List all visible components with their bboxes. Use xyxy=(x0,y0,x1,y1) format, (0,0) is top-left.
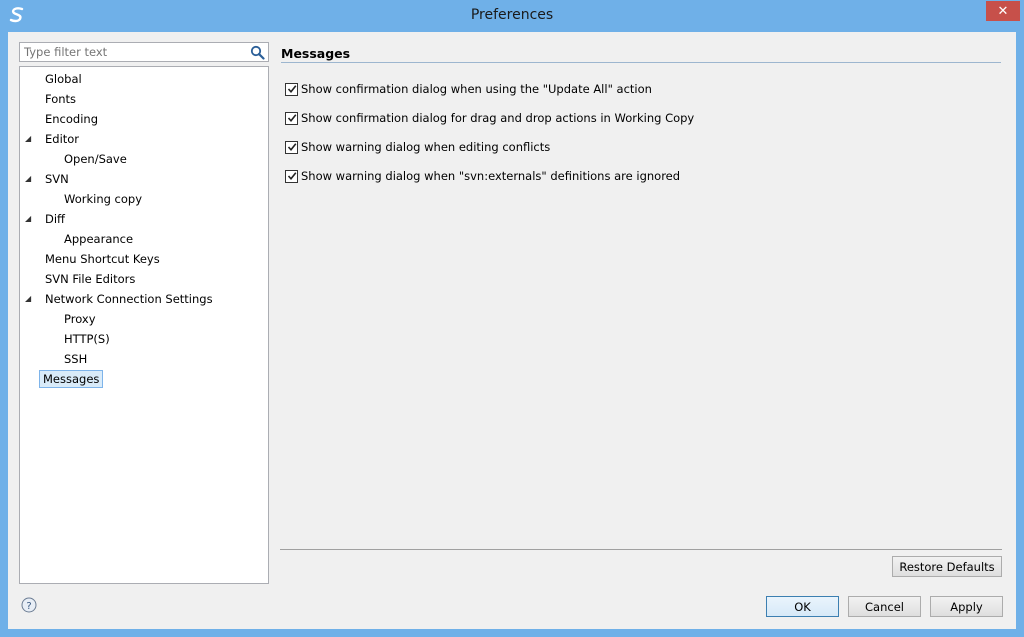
tree-item-diff[interactable]: Diff xyxy=(45,210,65,228)
message-option[interactable]: Show confirmation dialog for drag and dr… xyxy=(285,110,694,126)
close-button[interactable]: ✕ xyxy=(986,1,1020,21)
tree-item-editor[interactable]: Editor xyxy=(45,130,79,148)
option-checkbox[interactable] xyxy=(285,82,298,96)
tree-item-messages[interactable]: Messages xyxy=(39,370,104,388)
checkmark-icon xyxy=(287,143,296,152)
tree-item-fonts[interactable]: Fonts xyxy=(45,90,76,108)
expand-arrow-icon[interactable]: ◢ xyxy=(25,134,35,144)
svg-text:?: ? xyxy=(26,601,31,612)
cancel-button[interactable]: Cancel xyxy=(848,596,921,617)
help-icon[interactable]: ? xyxy=(21,597,37,613)
option-label: Show warning dialog when "svn:externals"… xyxy=(301,169,681,183)
checkmark-icon xyxy=(287,172,296,181)
tree-item-proxy[interactable]: Proxy xyxy=(64,310,96,328)
option-checkbox[interactable] xyxy=(285,169,298,183)
window-title: Preferences xyxy=(470,7,554,23)
tree-item-working-copy[interactable]: Working copy xyxy=(64,190,142,208)
option-checkbox[interactable] xyxy=(285,111,298,125)
filter-input[interactable] xyxy=(22,44,242,60)
tree-item-menu-shortcut-keys[interactable]: Menu Shortcut Keys xyxy=(45,250,160,268)
tree-item-global[interactable]: Global xyxy=(45,70,82,88)
dialog-body: Global Fonts Encoding ◢ Editor Open/Save ◢ SVN W… xyxy=(8,32,1016,629)
message-option[interactable]: Show confirmation dialog when using the … xyxy=(285,81,652,97)
heading-divider xyxy=(281,62,1001,63)
tree-item-open-save[interactable]: Open/Save xyxy=(64,150,127,168)
content-divider xyxy=(280,549,1002,550)
apply-button[interactable]: Apply xyxy=(930,596,1003,617)
preferences-tree: Global Fonts Encoding ◢ Editor Open/Save ◢ SVN W… xyxy=(19,66,269,584)
page-title: Messages xyxy=(281,46,351,61)
tree-item-appearance[interactable]: Appearance xyxy=(64,230,133,248)
filter-box[interactable] xyxy=(19,42,269,62)
tree-item-http-s[interactable]: HTTP(S) xyxy=(64,330,110,348)
close-icon: ✕ xyxy=(997,3,1009,19)
preferences-window: Preferences ✕ Global Fonts Encoding ◢ Editor… xyxy=(0,0,1024,637)
option-checkbox[interactable] xyxy=(285,140,298,154)
checkmark-icon xyxy=(287,114,296,123)
option-label: Show confirmation dialog when using the … xyxy=(301,82,652,96)
expand-arrow-icon[interactable]: ◢ xyxy=(25,174,35,184)
expand-arrow-icon[interactable]: ◢ xyxy=(25,294,35,304)
tree-item-ssh[interactable]: SSH xyxy=(64,350,87,368)
restore-defaults-button[interactable]: Restore Defaults xyxy=(892,556,1002,577)
ok-button[interactable]: OK xyxy=(766,596,839,617)
title-bar[interactable]: Preferences ✕ xyxy=(0,0,1024,32)
tree-item-network-connection-settings[interactable]: Network Connection Settings xyxy=(45,290,213,308)
search-icon[interactable] xyxy=(250,45,265,60)
message-option[interactable]: Show warning dialog when "svn:externals"… xyxy=(285,168,680,184)
expand-arrow-icon[interactable]: ◢ xyxy=(25,214,35,224)
tree-item-svn-file-editors[interactable]: SVN File Editors xyxy=(45,270,135,288)
message-option[interactable]: Show warning dialog when editing conflic… xyxy=(285,139,550,155)
option-label: Show warning dialog when editing conflic… xyxy=(301,140,551,154)
tree-item-svn[interactable]: SVN xyxy=(45,170,69,188)
option-label: Show confirmation dialog for drag and dr… xyxy=(301,111,695,125)
tree-item-encoding[interactable]: Encoding xyxy=(45,110,98,128)
checkmark-icon xyxy=(287,85,296,94)
